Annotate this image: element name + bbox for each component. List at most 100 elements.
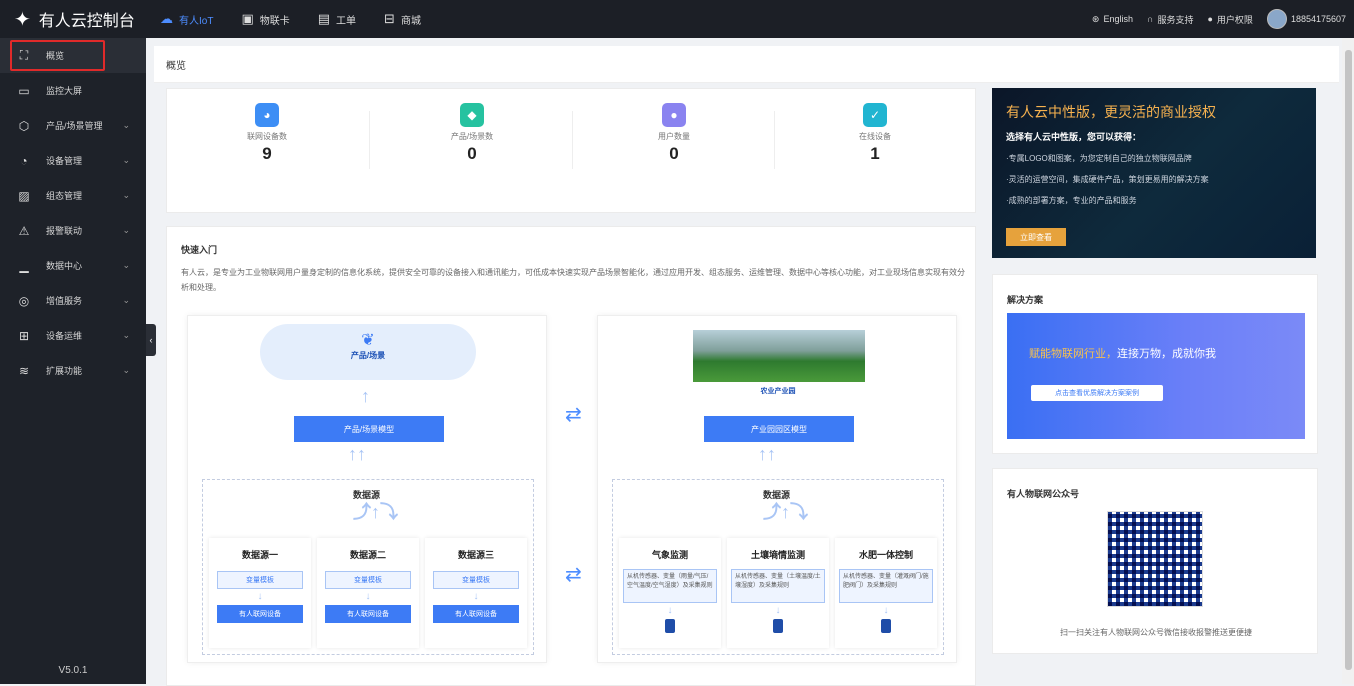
topnav-ticket-label: 工单 <box>336 15 357 27</box>
screen-check-icon: ✓ <box>863 103 887 127</box>
sidebar-item-extension[interactable]: ≋ 扩展功能 ⌄ <box>0 353 146 388</box>
device-icon: ◔ <box>20 153 28 168</box>
solution-card: 解决方案 赋能物联网行业，连接万物，成就你我 点击查看优质解决方案案例 <box>992 274 1318 454</box>
stat-value: 0 <box>467 144 477 163</box>
arrow-down-icon: ↓ <box>257 591 263 602</box>
cube-icon: ⬡ <box>18 118 30 133</box>
support-label: 服务支持 <box>1157 14 1194 25</box>
scrollbar[interactable] <box>1342 38 1354 684</box>
qr-code <box>1107 511 1203 607</box>
main-content: 概览 ◕ 联网设备数 9 ◆ 产品/场景数 0 ● 用户数量 0 ✓ 在线设备 … <box>146 38 1354 686</box>
datasource-title: 土壤墒情监测 <box>750 550 805 560</box>
image-caption: 农业产业园 <box>760 388 796 395</box>
sidebar-item-monitor[interactable]: ▭ 监控大屏 <box>0 73 146 108</box>
solution-banner[interactable]: 赋能物联网行业，连接万物，成就你我 点击查看优质解决方案案例 <box>1007 313 1305 439</box>
highlight-box <box>10 40 105 71</box>
stat-products: ◆ 产品/场景数 0 <box>372 103 572 164</box>
wechat-title: 有人物联网公众号 <box>1007 489 1080 499</box>
chevron-down-icon: ⌄ <box>122 190 130 200</box>
device-bar: 有人联网设备 <box>433 605 519 623</box>
arrow-down-icon: ↓ <box>473 591 479 602</box>
alarm-icon: ⚠ <box>18 223 30 238</box>
arrow-up-icon: ↑ <box>361 386 370 406</box>
sidebar-item-maintenance[interactable]: ⊞ 设备运维 ⌄ <box>0 318 146 353</box>
datasource-title: 气象监测 <box>651 550 688 560</box>
sidebar-item-label: 组态管理 <box>46 191 83 201</box>
device-bar: 有人联网设备 <box>325 605 411 623</box>
view-now-button[interactable]: 立即查看 <box>1006 228 1066 246</box>
sensor-detail: 从机传感器、变量（土壤温度/土壤湿度）及采集规则 <box>731 569 825 603</box>
brand-name: 有人云控制台 <box>38 13 135 30</box>
stat-users: ● 用户数量 0 <box>574 103 774 164</box>
scrollbar-thumb[interactable] <box>1345 50 1352 670</box>
permission-label: 用户权限 <box>1216 14 1253 25</box>
arrow-down-icon: ↓ <box>667 605 673 616</box>
arrow-down-icon: ↓ <box>775 605 781 616</box>
chevron-down-icon: ⌄ <box>122 225 130 235</box>
datasource-title: 数据源二 <box>349 550 386 560</box>
chart-icon: ▁ <box>19 258 29 273</box>
sidebar-item-label: 设备管理 <box>46 156 83 166</box>
topnav-iot[interactable]: ☁ 有人IoT <box>146 0 227 38</box>
topnav-simcard[interactable]: ▣ 物联卡 <box>227 0 303 38</box>
diagram-generic: ❦ 产品/场景 ↑ 产品/场景模型 ↑↑ 数据源 ⤴↑⤵ 数据源一 变量模板 ↓… <box>187 315 547 663</box>
ticket-icon: ▤ <box>317 11 331 26</box>
brand[interactable]: ✦ 有人云控制台 <box>0 7 146 32</box>
divider <box>572 111 573 169</box>
datasource-box: 数据源二 变量模板 ↓ 有人联网设备 <box>317 538 419 648</box>
sidebar-item-label: 设备运维 <box>46 331 83 341</box>
sim-card-icon: ▣ <box>241 11 254 26</box>
globe-icon: ⊛ <box>1091 13 1100 24</box>
top-right-menu: ⊛ English ∩ 服务支持 ● 用户权限 18854175607 <box>1092 9 1354 29</box>
sidebar-item-value[interactable]: ◎ 增值服务 ⌄ <box>0 283 146 318</box>
quick-start-card: 快速入门 有人云，是专业为工业物联网用户量身定制的信息化系统，提供安全可靠的设备… <box>166 226 976 686</box>
shield-icon: ● <box>1207 14 1213 24</box>
sidebar-item-label: 报警联动 <box>46 226 83 236</box>
model-bar: 产品/场景模型 <box>294 416 444 442</box>
sidebar-item-datacenter[interactable]: ▁ 数据中心 ⌄ <box>0 248 146 283</box>
pie-chart-icon: ◕ <box>255 103 279 127</box>
arrow-up-icon: ↑↑ <box>758 444 776 464</box>
sidebar-item-overview[interactable]: ⛶ 概览 <box>0 38 146 73</box>
sidebar-item-label: 数据中心 <box>46 261 83 271</box>
stat-value: 0 <box>669 144 679 163</box>
datasource-box: 气象监测 从机传感器、变量（雨量/气压/空气温度/空气湿度）及采集规则 ↓ <box>619 538 721 648</box>
language-label: English <box>1103 14 1133 24</box>
sidebar-item-scada[interactable]: ▨ 组态管理 ⌄ <box>0 178 146 213</box>
language-switch[interactable]: ⊛ English <box>1092 14 1133 25</box>
monitor-icon: ▭ <box>18 83 30 98</box>
topnav-ticket[interactable]: ▤ 工单 <box>304 0 370 38</box>
support-link[interactable]: ∩ 服务支持 <box>1147 13 1193 26</box>
sidebar-item-product[interactable]: ⬡ 产品/场景管理 ⌄ <box>0 108 146 143</box>
chevron-down-icon: ⌄ <box>122 330 130 340</box>
sidebar-item-device[interactable]: ◔ 设备管理 ⌄ <box>0 143 146 178</box>
user-name: 18854175607 <box>1290 14 1346 24</box>
stat-label: 在线设备 <box>859 132 891 141</box>
neutral-edition-banner[interactable]: 有人云中性版，更灵活的商业授权 选择有人云中性版，您可以获得： ·专属LOGO和… <box>992 88 1316 258</box>
sensor-detail: 从机传感器、变量（灌溉阀门/施肥阀门）及采集规则 <box>839 569 933 603</box>
datasource-title: 数据源三 <box>457 550 494 560</box>
value-icon: ◎ <box>18 293 30 308</box>
arrow-up-icon: ⤴↑⤵ <box>763 502 808 522</box>
sidebar-item-label: 增值服务 <box>46 296 83 306</box>
topnav-simcard-label: 物联卡 <box>259 15 290 27</box>
solution-headline-b: 连接万物，成就你我 <box>1117 348 1216 360</box>
chevron-down-icon: ⌄ <box>122 155 130 165</box>
banner-headline: 有人云中性版，更灵活的商业授权 <box>1006 104 1216 120</box>
datasource-title: 数据源一 <box>241 550 278 560</box>
stat-online-devices: ◕ 联网设备数 9 <box>167 103 367 164</box>
sidebar-item-alarm[interactable]: ⚠ 报警联动 ⌄ <box>0 213 146 248</box>
stat-label: 用户数量 <box>658 132 690 141</box>
topnav-shop[interactable]: ⊟ 商城 <box>370 0 435 38</box>
datasource-box: 土壤墒情监测 从机传感器、变量（土壤温度/土壤湿度）及采集规则 ↓ <box>727 538 829 648</box>
permission-link[interactable]: ● 用户权限 <box>1207 13 1252 26</box>
banner-line: ·专属LOGO和图案，为您定制自己的独立物联网品牌 <box>1006 154 1192 163</box>
user-menu[interactable]: 18854175607 <box>1266 9 1346 29</box>
stat-value: 1 <box>870 144 880 163</box>
cloud-icon: ☁ <box>160 11 173 26</box>
solution-cases-button[interactable]: 点击查看优质解决方案案例 <box>1031 385 1163 401</box>
version-label: V5.0.1 <box>58 665 88 676</box>
arrow-down-icon: ↓ <box>365 591 371 602</box>
solution-headline-a: 赋能物联网行业， <box>1029 348 1117 360</box>
avatar <box>1266 9 1287 29</box>
